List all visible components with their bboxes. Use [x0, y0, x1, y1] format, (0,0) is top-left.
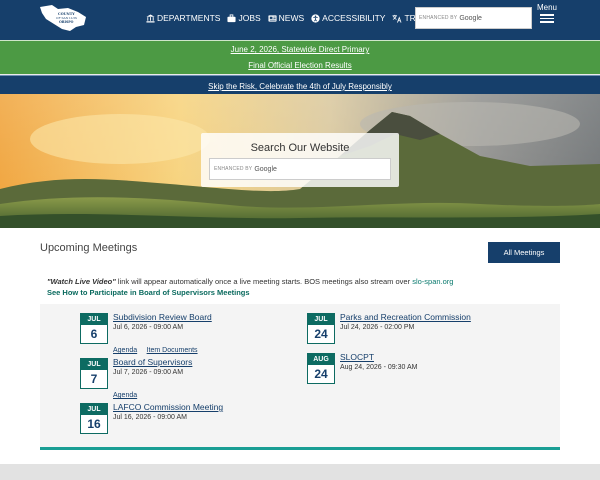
menu-label: Menu	[536, 3, 557, 12]
meeting-title-link[interactable]: LAFCO Commission Meeting	[113, 402, 223, 412]
upcoming-meetings-section: Upcoming Meetings All Meetings "Watch Li…	[0, 228, 600, 464]
calendar-day: 24	[314, 367, 328, 381]
election-alert: June 2, 2026, Statewide Direct Primary F…	[0, 40, 600, 74]
nav-jobs[interactable]: JOBS	[227, 13, 261, 23]
calendar-month: JUL	[81, 314, 107, 325]
briefcase-icon	[227, 13, 237, 22]
main-nav: DEPARTMENTS JOBS NEWS ACCESSIBILITY TRAN…	[146, 13, 461, 23]
calendar-date-badge: JUL 16	[80, 403, 108, 434]
slo-span-link[interactable]: slo-span.org	[412, 277, 453, 286]
meeting-datetime: Jul 16, 2026 - 09:00 AM	[113, 414, 187, 421]
hero-search-google-label: Google	[254, 165, 277, 173]
meeting-datetime: Jul 7, 2026 - 09:00 AM	[113, 369, 184, 376]
participate-link[interactable]: See How to Participate in Board of Super…	[47, 288, 250, 297]
calendar-day: 6	[90, 327, 98, 341]
meeting-datetime: Jul 24, 2026 - 02:00 PM	[340, 324, 415, 331]
live-video-note: "Watch Live Video" link will appear auto…	[47, 277, 453, 286]
newspaper-icon	[268, 14, 277, 22]
calendar-month: JUL	[81, 359, 107, 370]
calendar-day: 24	[314, 327, 328, 341]
election-results-link[interactable]: Final Official Election Results	[0, 58, 600, 74]
county-logo[interactable]: COUNTY OF SAN LUIS OBISPO	[38, 3, 88, 33]
primary-election-link[interactable]: June 2, 2026, Statewide Direct Primary	[0, 42, 600, 58]
hero-search-enhanced-label: ENHANCED BY	[214, 166, 253, 172]
menu-button[interactable]: Menu	[536, 3, 558, 23]
meeting-datetime: Aug 24, 2026 - 09:30 AM	[340, 364, 418, 371]
note-text: link will appear automatically once a li…	[115, 277, 413, 286]
meeting-title-link[interactable]: SLOCPT	[340, 352, 374, 362]
calendar-date-badge: JUL 24	[307, 313, 335, 344]
all-meetings-button[interactable]: All Meetings	[488, 242, 560, 263]
note-watch-live: "Watch Live Video"	[47, 277, 116, 286]
site-search-input[interactable]: ENHANCED BY Google	[209, 158, 391, 180]
accessibility-icon	[311, 13, 320, 23]
calendar-day: 16	[87, 417, 101, 431]
nav-departments-label: DEPARTMENTS	[157, 13, 221, 23]
site-header: COUNTY OF SAN LUIS OBISPO DEPARTMENTS JO…	[0, 0, 600, 40]
footer-strip	[0, 464, 600, 480]
site-search-panel: Search Our Website ENHANCED BY Google	[201, 133, 399, 187]
calendar-date-badge: AUG 24	[307, 353, 335, 384]
nav-departments[interactable]: DEPARTMENTS	[146, 13, 220, 23]
nav-jobs-label: JOBS	[238, 13, 261, 23]
nav-accessibility[interactable]: ACCESSIBILITY	[311, 13, 385, 23]
svg-text:OBISPO: OBISPO	[59, 20, 74, 24]
nav-news[interactable]: NEWS	[268, 13, 305, 23]
translate-icon	[392, 14, 402, 23]
nav-accessibility-label: ACCESSIBILITY	[322, 13, 386, 23]
calendar-date-badge: JUL 6	[80, 313, 108, 344]
section-title: Upcoming Meetings	[40, 242, 138, 254]
search-title: Search Our Website	[250, 142, 350, 154]
meeting-links: Agenda Item Documents	[113, 339, 203, 357]
agenda-link[interactable]: Agenda	[113, 392, 137, 399]
meeting-datetime: Jul 6, 2026 - 09:00 AM	[113, 324, 184, 331]
meeting-title-link[interactable]: Parks and Recreation Commission	[340, 312, 471, 322]
nav-news-label: NEWS	[278, 13, 305, 23]
meetings-list: JUL 6 Subdivision Review Board Jul 6, 20…	[40, 304, 560, 450]
calendar-day: 7	[90, 372, 98, 386]
safety-alert: Skip the Risk, Celebrate the 4th of July…	[0, 75, 600, 94]
calendar-month: AUG	[308, 354, 334, 365]
hamburger-icon	[540, 14, 554, 23]
agenda-link[interactable]: Agenda	[113, 347, 137, 354]
search-enhanced-label: ENHANCED BY	[419, 15, 458, 21]
building-icon	[146, 13, 155, 23]
meeting-title-link[interactable]: Board of Supervisors	[113, 357, 192, 367]
calendar-month: JUL	[81, 404, 107, 415]
july-fourth-link[interactable]: Skip the Risk, Celebrate the 4th of July…	[208, 82, 392, 91]
calendar-month: JUL	[308, 314, 334, 325]
header-search-input[interactable]: ENHANCED BY Google	[415, 7, 532, 29]
meeting-title-link[interactable]: Subdivision Review Board	[113, 312, 212, 322]
meeting-links: Agenda	[113, 384, 142, 402]
item-documents-link[interactable]: Item Documents	[147, 347, 198, 354]
search-google-label: Google	[459, 14, 482, 22]
calendar-date-badge: JUL 7	[80, 358, 108, 389]
